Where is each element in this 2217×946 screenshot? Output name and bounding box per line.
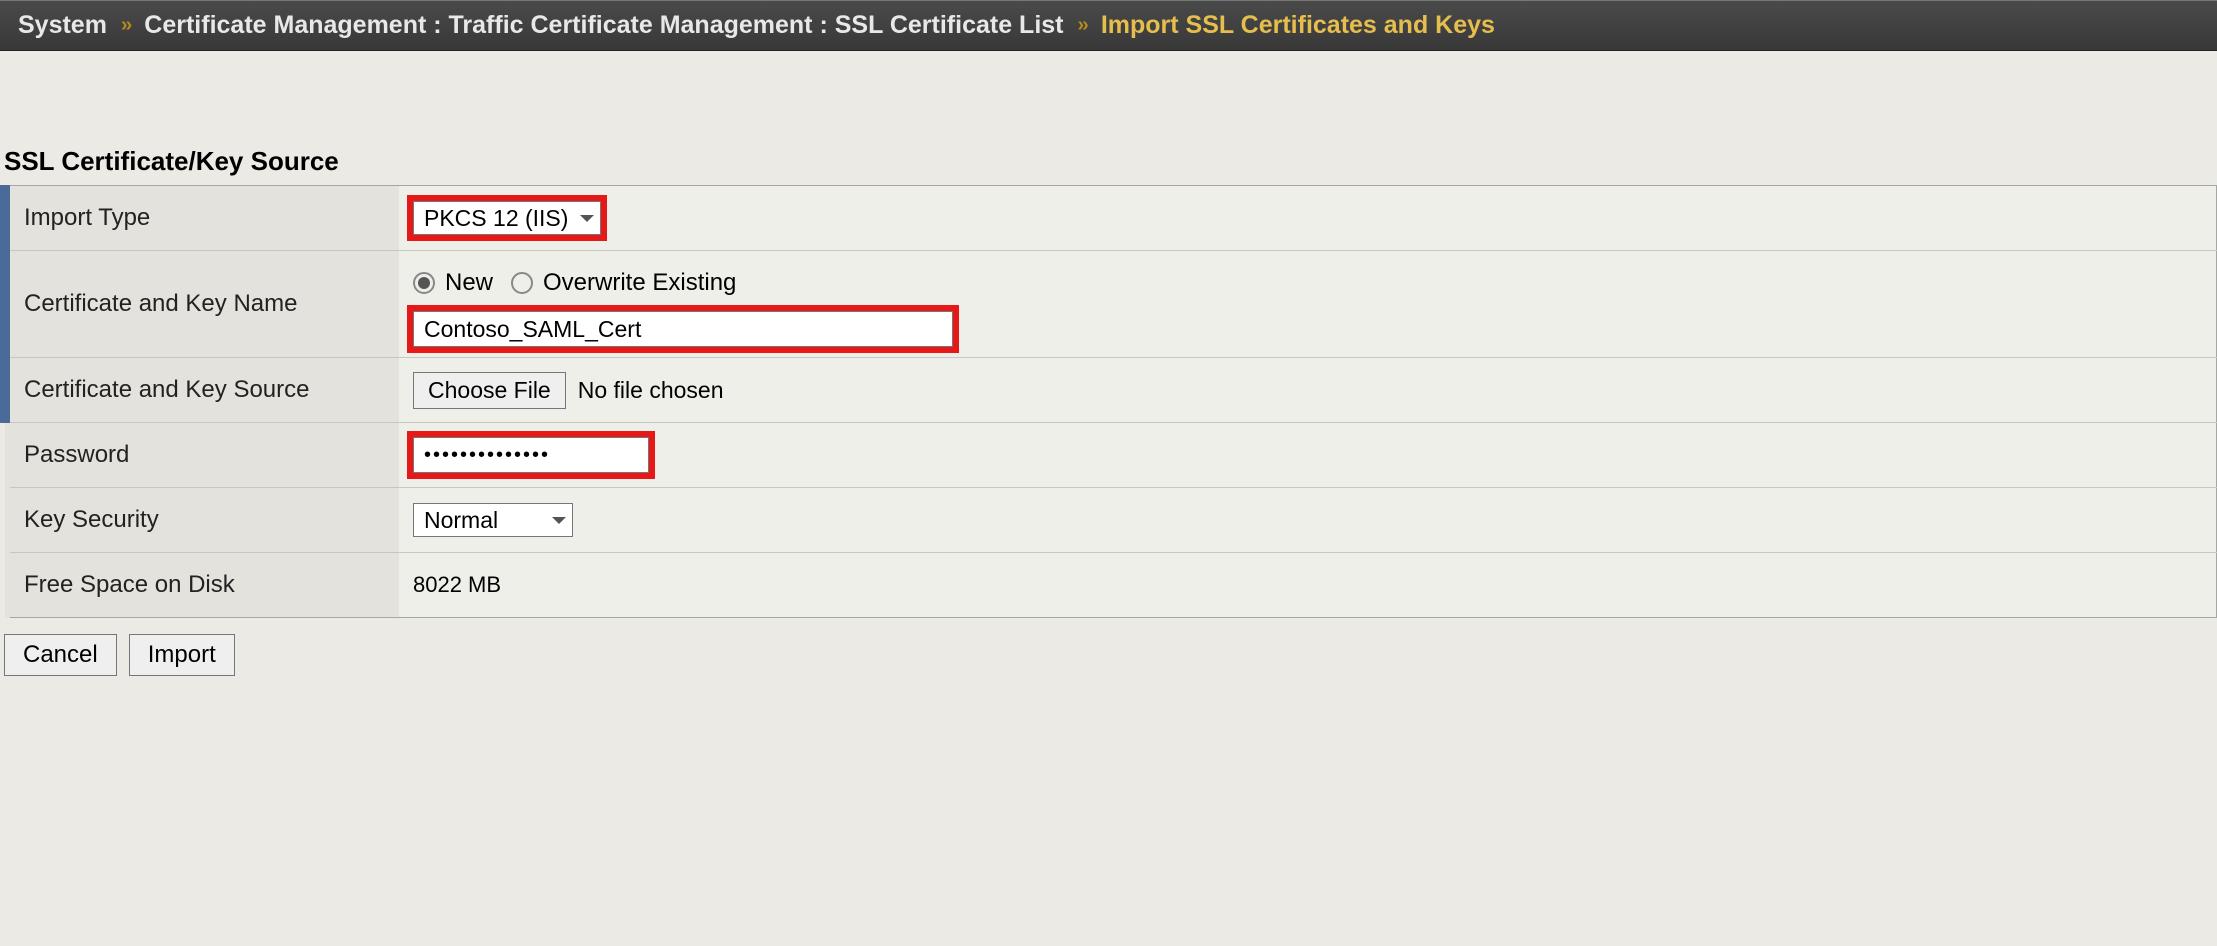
cert-key-name-value: Contoso_SAML_Cert [424,316,641,343]
import-type-value: PKCS 12 (IIS) [424,205,568,232]
label-cert-key-name: Certificate and Key Name [5,251,399,358]
breadcrumb-separator-icon: ›› [1078,14,1087,37]
import-button[interactable]: Import [129,634,235,676]
row-cert-key-source: Certificate and Key Source Choose File N… [5,358,2217,423]
label-password: Password [5,423,399,488]
chevron-down-icon [580,215,594,222]
breadcrumb-separator-icon: ›› [121,14,130,37]
cert-key-name-input[interactable]: Contoso_SAML_Cert [413,311,953,347]
chevron-down-icon [552,517,566,524]
radio-overwrite[interactable] [511,272,533,294]
radio-overwrite-label: Overwrite Existing [543,269,736,297]
breadcrumb-path[interactable]: Certificate Management : Traffic Certifi… [144,11,1063,40]
row-password: Password •••••••••••••• [5,423,2217,488]
cancel-button[interactable]: Cancel [4,634,117,676]
breadcrumb-current: Import SSL Certificates and Keys [1101,11,1495,40]
key-security-select[interactable]: Normal [413,503,573,537]
section-title: SSL Certificate/Key Source [0,51,2217,185]
label-key-security: Key Security [5,488,399,553]
radio-dot-icon [418,277,430,289]
file-chosen-status: No file chosen [578,377,724,404]
import-type-select[interactable]: PKCS 12 (IIS) [413,201,601,235]
label-import-type: Import Type [5,186,399,251]
row-key-security: Key Security Normal [5,488,2217,553]
choose-file-button[interactable]: Choose File [413,372,566,409]
breadcrumb-system[interactable]: System [18,11,107,40]
radio-new[interactable] [413,272,435,294]
radio-new-label: New [445,269,493,297]
key-security-value: Normal [424,507,498,534]
password-input[interactable]: •••••••••••••• [413,437,649,473]
label-free-space: Free Space on Disk [5,553,399,618]
row-cert-key-name: Certificate and Key Name New Overwrite E… [5,251,2217,358]
label-cert-key-source: Certificate and Key Source [5,358,399,423]
row-free-space: Free Space on Disk 8022 MB [5,553,2217,618]
password-masked: •••••••••••••• [424,444,550,467]
form-table: Import Type PKCS 12 (IIS) Certificate an… [0,185,2217,618]
breadcrumb: System ›› Certificate Management : Traff… [0,0,2217,51]
row-import-type: Import Type PKCS 12 (IIS) [5,186,2217,251]
free-space-value: 8022 MB [413,572,501,597]
